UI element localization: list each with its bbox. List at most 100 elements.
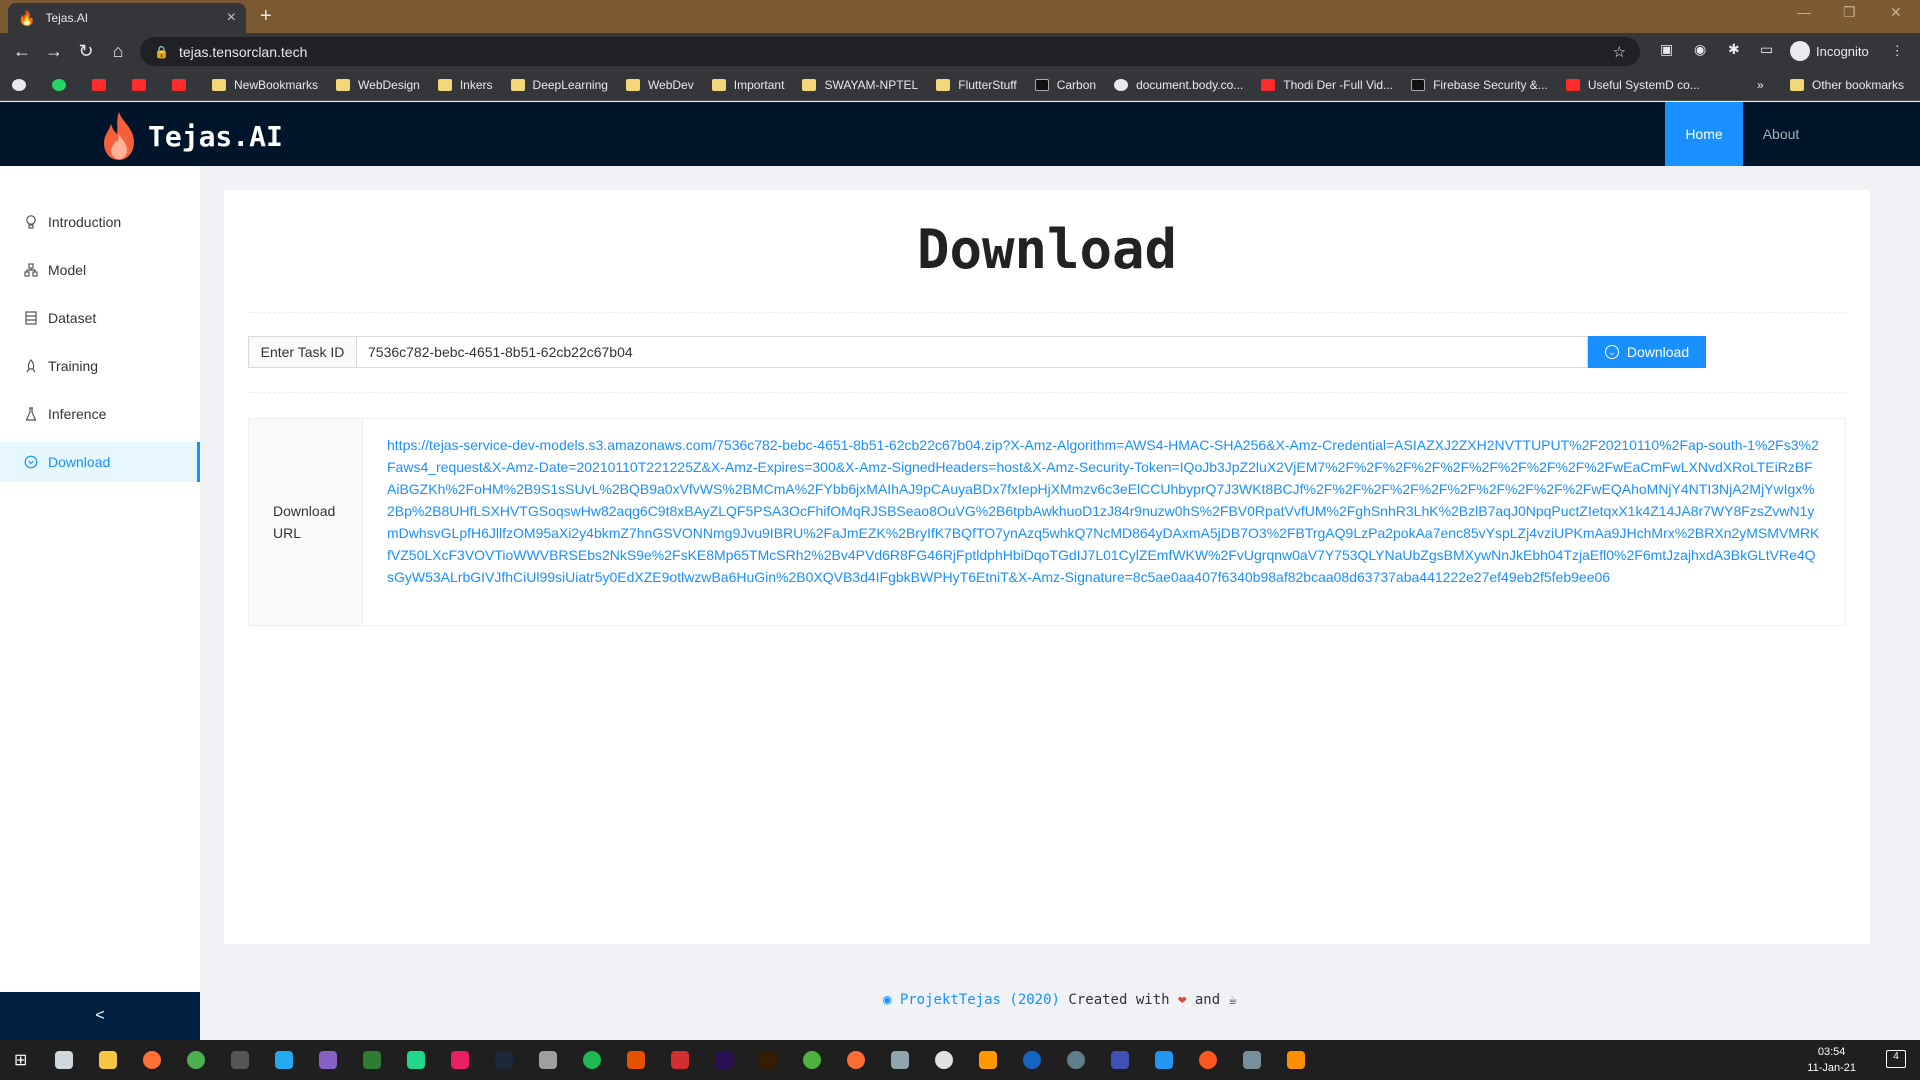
bookmark-folder[interactable]: WebDesign [336,78,420,92]
app-icon[interactable] [1199,1051,1218,1069]
new-tab-button[interactable]: + [260,5,272,28]
notification-center-icon[interactable]: 4 [1886,1050,1906,1068]
forward-icon[interactable]: → [38,41,70,62]
sidebar-item-dataset[interactable]: Dataset [0,298,200,338]
incognito-icon [1790,41,1810,61]
download-url-label: Download URL [249,419,363,625]
app-icon[interactable] [979,1051,998,1069]
illustrator-icon[interactable] [759,1051,778,1069]
app-icon[interactable] [1067,1051,1086,1069]
bookmark-star-icon[interactable]: ☆ [1613,43,1626,61]
spotify-icon[interactable] [583,1051,602,1069]
visual-studio-icon[interactable] [319,1051,338,1069]
home-icon[interactable]: ⌂ [102,41,134,62]
heart-icon: ❤ [1178,992,1187,1008]
sidebar-collapse-button[interactable]: < [0,992,200,1040]
bookmark-youtube-icon[interactable] [132,79,154,91]
app-icon[interactable] [627,1051,646,1069]
app-icon[interactable] [1023,1051,1042,1069]
settings-icon[interactable] [1243,1051,1262,1069]
close-window-icon[interactable]: ✕ [1890,4,1902,21]
sidebar-item-inference[interactable]: Inference [0,394,200,434]
clock[interactable]: 03:54 11-Jan-21 [1807,1044,1856,1076]
sidebar-item-training[interactable]: Training [0,346,200,386]
bookmark-github-icon[interactable] [12,79,34,91]
vlc-icon[interactable] [1287,1051,1306,1069]
vscode-icon[interactable] [275,1051,294,1069]
footer: ◉ ProjektTejas (2020) Created with ❤ and… [200,992,1920,1008]
windows-taskbar: ⊞ 03:54 11-Jan-21 4 [0,1040,1920,1080]
bookmark-document[interactable]: document.body.co... [1114,78,1243,92]
app-icon[interactable] [935,1051,954,1069]
app-icon[interactable] [671,1051,690,1069]
mongodb-icon[interactable] [803,1051,822,1069]
steam-icon[interactable] [495,1051,514,1069]
folder-icon [802,79,817,91]
premiere-icon[interactable] [715,1051,734,1069]
browser-tabstrip: 🔥 Tejas.AI × + — ❐ ✕ [0,0,1920,33]
restore-icon[interactable]: ❐ [1843,4,1856,21]
bookmark-gdrive-icon[interactable] [172,79,194,91]
bookmark-folder[interactable]: DeepLearning [510,78,608,92]
incognito-profile[interactable]: Incognito ⋮ [1790,41,1904,61]
bookmark-folder[interactable]: FlutterStuff [936,78,1017,92]
file-explorer-icon[interactable] [99,1051,118,1069]
app-icon[interactable] [891,1051,910,1069]
folder-icon [711,79,726,91]
terminal-icon[interactable] [231,1051,250,1069]
bookmark-firebase[interactable]: Firebase Security &... [1411,78,1548,92]
bookmark-systemd[interactable]: Useful SystemD co... [1565,78,1700,92]
download-circle-icon: ⌄ [1604,345,1619,359]
download-url-link[interactable]: https://tejas-service-dev-models.s3.amaz… [363,419,1845,625]
bookmark-folder[interactable]: Important [711,78,784,92]
firefox-icon[interactable] [143,1051,162,1069]
bookmark-gmail-icon[interactable] [92,79,114,91]
minimize-icon[interactable]: — [1797,4,1811,20]
todo-icon[interactable] [1155,1051,1174,1069]
address-bar[interactable]: 🔒 tejas.tensorclan.tech ☆ [140,37,1640,66]
app-icon[interactable] [451,1051,470,1069]
download-button[interactable]: ⌄ Download [1588,336,1706,368]
bookmark-folder[interactable]: WebDev [625,78,694,92]
nav-home[interactable]: Home [1665,102,1743,166]
sidebar-item-model[interactable]: Model [0,250,200,290]
bookmark-whatsapp-icon[interactable] [52,79,74,91]
other-bookmarks[interactable]: Other bookmarks [1790,78,1904,92]
browser-tab-active[interactable]: 🔥 Tejas.AI × [8,3,246,33]
task-view-icon[interactable] [55,1051,74,1069]
sidebar: Introduction Model Dataset Training Infe… [0,166,200,992]
brand-logo[interactable]: Tejas.AI [98,110,283,162]
reload-icon[interactable]: ↻ [70,41,102,62]
sidebar-item-download[interactable]: Download [0,442,200,482]
divider [248,312,1846,313]
bookmark-folder[interactable]: Inkers [437,78,493,92]
close-tab-icon[interactable]: × [227,9,236,27]
chrome-icon[interactable] [187,1051,206,1069]
back-icon[interactable]: ← [6,41,38,62]
project-link[interactable]: ProjektTejas (2020) [900,992,1060,1008]
sidebar-item-introduction[interactable]: Introduction [0,202,200,242]
app-icon[interactable] [539,1051,558,1069]
app-icon[interactable] [1111,1051,1130,1069]
browser-toolbar: ← → ↻ ⌂ 🔒 tejas.tensorclan.tech ☆ ▣ ◉ ✱ … [0,33,1920,70]
folder-icon [625,79,640,91]
bookmark-youtube-video[interactable]: Thodi Der -Full Vid... [1261,78,1393,92]
bookmark-folder[interactable]: NewBookmarks [212,78,318,92]
bookmarks-overflow[interactable]: » [1757,78,1764,92]
task-id-input[interactable] [356,336,1588,368]
extension-news-icon[interactable]: ▣ [1660,41,1673,58]
bookmark-folder[interactable]: SWAYAM-NPTEL [802,78,918,92]
extension-circle-icon[interactable]: ◉ [1694,41,1706,58]
postman-icon[interactable] [847,1051,866,1069]
xbox-icon[interactable] [363,1051,382,1069]
pycharm-icon[interactable] [407,1051,426,1069]
cast-icon[interactable]: ▭ [1760,41,1773,58]
extensions-puzzle-icon[interactable]: ✱ [1728,41,1740,58]
coffee-icon: ☕ [1228,992,1238,1008]
bookmark-carbon[interactable]: Carbon [1034,78,1096,92]
windows-start-icon[interactable]: ⊞ [14,1050,27,1070]
bookmarks-bar: NewBookmarks WebDesign Inkers DeepLearni… [0,70,1920,101]
menu-kebab-icon[interactable]: ⋮ [1891,43,1904,59]
carbon-icon [1034,79,1049,91]
nav-about[interactable]: About [1743,102,1819,166]
